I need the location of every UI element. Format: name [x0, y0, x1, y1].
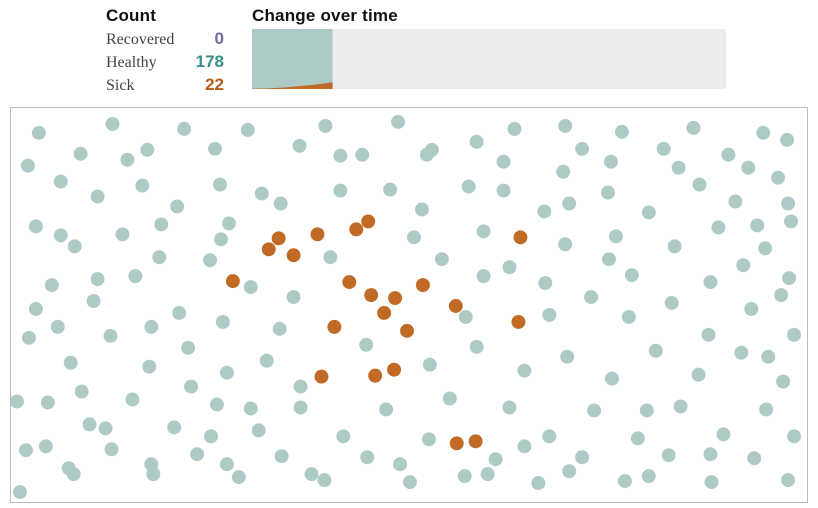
- healthy-value: 178: [196, 51, 224, 74]
- recovered-value: 0: [215, 28, 224, 51]
- healthy-label: Healthy: [106, 52, 157, 74]
- count-row-recovered: Recovered 0: [106, 28, 224, 51]
- sick-value: 22: [205, 74, 224, 97]
- count-row-sick: Sick 22: [106, 74, 224, 97]
- sick-label: Sick: [106, 75, 134, 97]
- count-row-healthy: Healthy 178: [106, 51, 224, 74]
- simulation-arena: [10, 107, 808, 503]
- timeline-chart: [252, 29, 726, 89]
- count-title: Count: [106, 6, 224, 26]
- timeline-title: Change over time: [252, 6, 726, 26]
- recovered-label: Recovered: [106, 29, 174, 51]
